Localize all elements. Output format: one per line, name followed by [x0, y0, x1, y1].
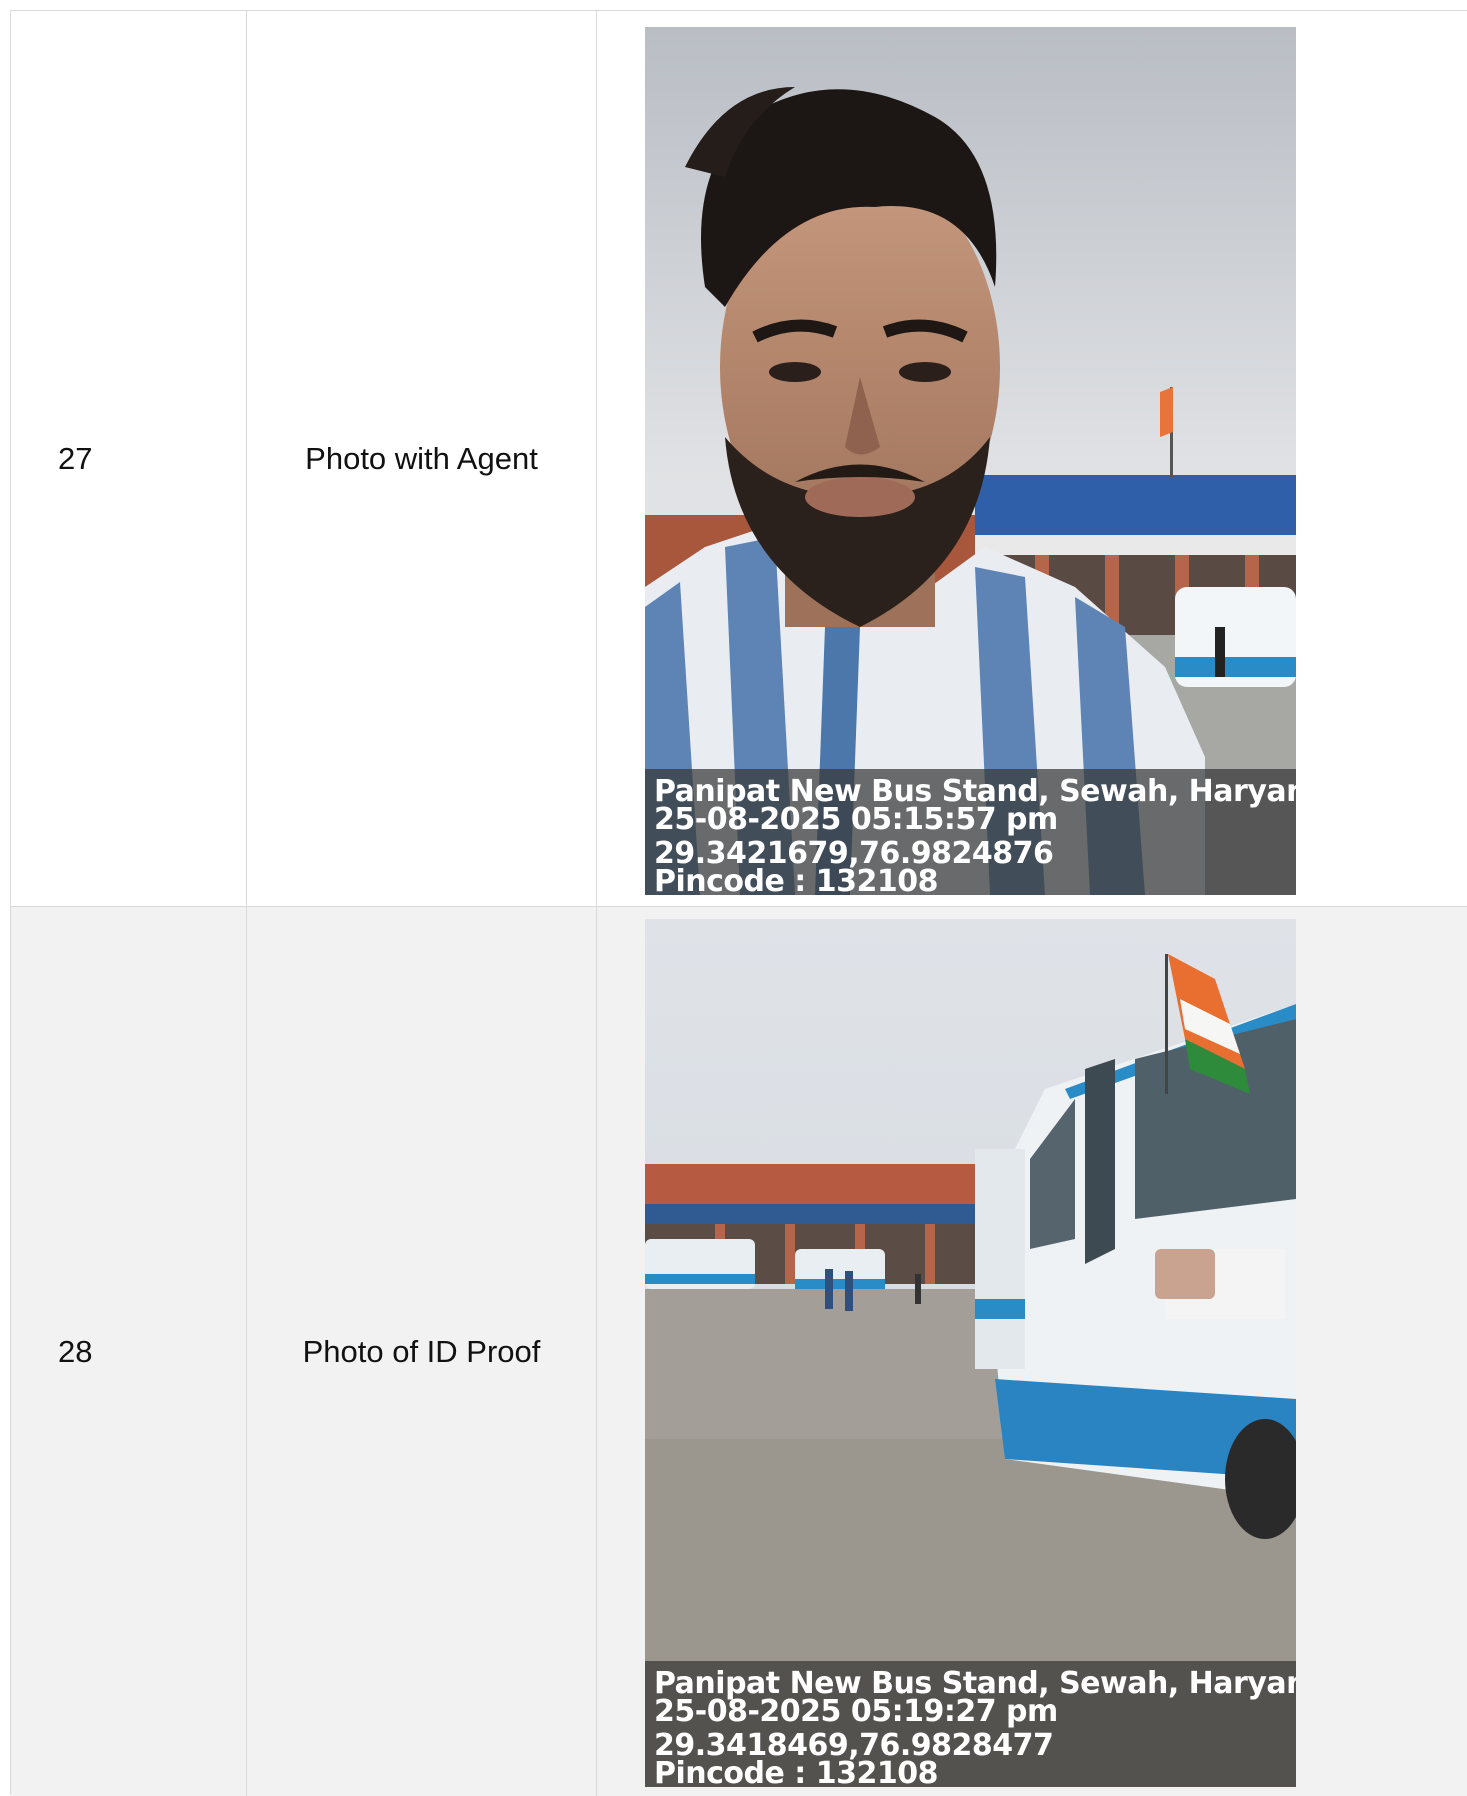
caption-location: Panipat New Bus Stand, Sewah, Haryana ..…	[654, 1666, 1296, 1701]
row-number-cell: 27	[11, 11, 247, 906]
evidence-table: 27 Photo with Agent Panipat New Bus Stan…	[10, 10, 1467, 1796]
caption-pincode: Pincode : 132108	[654, 864, 938, 896]
photo-geotag-caption: Panipat New Bus Stand, Sewah, Haryana ..…	[645, 769, 1296, 895]
agent-selfie-photo: Panipat New Bus Stand, Sewah, Haryana ..…	[645, 27, 1296, 895]
row-label-cell: Photo of ID Proof	[247, 907, 597, 1796]
caption-coordinates: 29.3418469,76.9828477	[654, 1728, 1054, 1763]
row-label: Photo with Agent	[305, 440, 538, 476]
row-photo-cell: Panipat New Bus Stand, Sewah, Haryana ..…	[597, 11, 1467, 906]
caption-datetime: 25-08-2025 05:15:57 pm	[654, 802, 1058, 837]
caption-location: Panipat New Bus Stand, Sewah, Haryana ..…	[654, 774, 1296, 809]
id-proof-photo: Panipat New Bus Stand, Sewah, Haryana ..…	[645, 919, 1296, 1787]
row-number: 27	[58, 440, 93, 476]
bus-stand-photo-icon	[645, 919, 1296, 1787]
caption-pincode: Pincode : 132108	[654, 1756, 938, 1788]
row-label: Photo of ID Proof	[302, 1333, 541, 1369]
caption-coordinates: 29.3421679,76.9824876	[654, 836, 1054, 871]
row-photo-cell: Panipat New Bus Stand, Sewah, Haryana ..…	[597, 907, 1467, 1796]
row-number: 28	[58, 1333, 93, 1369]
selfie-photo-icon	[645, 27, 1296, 895]
row-number-cell: 28	[11, 907, 247, 1796]
table-row: 28 Photo of ID Proof Panipat New Bus Sta…	[11, 907, 1467, 1796]
photo-geotag-caption: Panipat New Bus Stand, Sewah, Haryana ..…	[645, 1661, 1296, 1787]
row-label-cell: Photo with Agent	[247, 11, 597, 906]
table-row: 27 Photo with Agent Panipat New Bus Stan…	[11, 11, 1467, 907]
caption-datetime: 25-08-2025 05:19:27 pm	[654, 1694, 1058, 1729]
